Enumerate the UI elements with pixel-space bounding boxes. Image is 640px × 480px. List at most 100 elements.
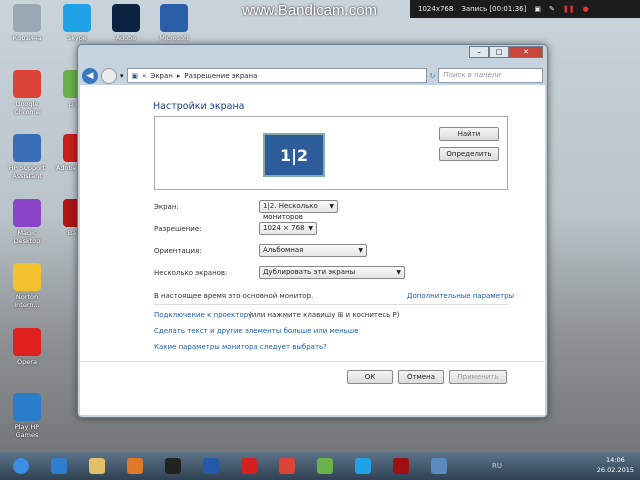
taskbar-chrome-icon[interactable] [270, 454, 304, 478]
ok-button[interactable]: ОК [347, 370, 393, 384]
recorder-resolution: 1024x768 [418, 5, 454, 13]
resolution-value: 1024 × 768 [263, 224, 305, 232]
dropdown-arrow-icon: ▼ [396, 269, 401, 276]
desktop-icon-label: Norton Intern... [14, 293, 40, 309]
projector-hint: (или нажмите клавишу ⊞ и коснитесь P) [249, 311, 400, 319]
close-button[interactable]: ✕ [509, 46, 543, 58]
resolution-select[interactable]: 1024 × 768 ▼ [259, 222, 317, 235]
taskbar-explorer-icon[interactable] [80, 454, 114, 478]
monitor-preview: 1|2 Найти Определить [154, 116, 508, 190]
address-bar[interactable]: ▣ « Экран ▸ Разрешение экрана [126, 68, 427, 83]
forward-button[interactable] [101, 67, 117, 84]
dropdown-arrow-icon: ▼ [358, 247, 363, 254]
resolution-label: Разрешение: [154, 225, 202, 233]
language-indicator[interactable]: RU [492, 462, 502, 470]
desktop-icon[interactable]: Play HP Games [5, 393, 49, 439]
desktop-icon-label: Adobe [115, 34, 137, 42]
desktop-icon[interactable]: Opera [5, 328, 49, 366]
display-label: Экран: [154, 203, 179, 211]
pencil-icon[interactable]: ✎ [549, 5, 555, 13]
screen-resolution-window: – □ ✕ ◀ ▾ ▣ « Экран ▸ Разрешение экрана ↻ По… [77, 44, 548, 418]
app-icon [13, 393, 41, 421]
taskbar-ie-icon[interactable] [42, 454, 76, 478]
record-icon[interactable]: ● [583, 5, 589, 13]
orientation-label: Ориентация: [154, 247, 202, 255]
desktop-icon-label: Opera [17, 358, 37, 366]
taskbar-start-icon[interactable] [4, 454, 38, 478]
desktop-icon[interactable]: Microsoft [152, 4, 196, 42]
orientation-select[interactable]: Альбомная ▼ [259, 244, 367, 257]
app-icon [112, 4, 140, 32]
taskbar-opera-icon[interactable] [232, 454, 266, 478]
back-button[interactable]: ◀ [82, 67, 98, 84]
maximize-button[interactable]: □ [489, 46, 509, 58]
taskbar-bandicam-icon[interactable] [384, 454, 418, 478]
desktop-icon[interactable]: Skype [55, 4, 99, 42]
app-icon [13, 263, 41, 291]
recorder-status: Запись [00:01:36] [461, 5, 527, 13]
search-input[interactable]: Поиск в панели управления [438, 68, 543, 92]
minimize-button[interactable]: – [469, 46, 489, 58]
recent-pages-icon[interactable]: ▾ [120, 72, 124, 80]
desktop-icon-label: Google Chrome [14, 100, 40, 116]
time: 14:06 [606, 456, 625, 464]
display-value: 1|2. Несколько мониторов [263, 202, 318, 221]
app-icon [13, 70, 41, 98]
find-button[interactable]: Найти [439, 127, 499, 141]
dropdown-arrow-icon: ▼ [308, 225, 313, 232]
taskbar-skype-icon[interactable] [346, 454, 380, 478]
taskbar-check-icon[interactable] [194, 454, 228, 478]
desktop-icon-label: Microsoft [159, 34, 189, 42]
taskbar-media-icon[interactable] [118, 454, 152, 478]
text-size-link[interactable]: Сделать текст и другие элементы больше и… [154, 327, 359, 335]
page-title: Настройки экрана [153, 101, 245, 112]
desktop-icon-label: Skype [67, 34, 87, 42]
desktop-icon-label: Magic Desktop [13, 229, 41, 245]
pause-icon[interactable]: ❚❚ [563, 5, 575, 13]
multiple-displays-label: Несколько экранов: [154, 269, 228, 277]
monitor-icon: ▣ [131, 71, 139, 80]
desktop-icon-label: Корзина [12, 34, 42, 42]
app-icon [160, 4, 188, 32]
refresh-icon[interactable]: ↻ [430, 72, 436, 80]
taskbar-utorrent-icon[interactable] [308, 454, 342, 478]
app-icon [13, 4, 41, 32]
desktop-icon[interactable]: Корзина [5, 4, 49, 42]
desktop-icon-label: Play HP Games [14, 423, 40, 439]
app-icon [13, 134, 41, 162]
desktop-icon[interactable]: HP Support Assistant [5, 134, 49, 180]
desktop-icon[interactable]: Magic Desktop [5, 199, 49, 245]
taskbar-control-panel-icon[interactable] [422, 454, 456, 478]
camera-icon[interactable]: ▣ [534, 5, 541, 13]
cancel-button[interactable]: Отмена [398, 370, 444, 384]
breadcrumb-resolution[interactable]: Разрешение экрана [184, 72, 257, 80]
bandicam-watermark: www.Bandicam.com [242, 2, 378, 19]
display-select[interactable]: 1|2. Несколько мониторов ▼ [259, 200, 338, 221]
multiple-displays-select[interactable]: Дублировать эти экраны ▼ [259, 266, 405, 279]
multiple-displays-value: Дублировать эти экраны [263, 268, 356, 276]
desktop-icon[interactable]: Norton Intern... [5, 263, 49, 309]
monitor-help-link[interactable]: Какие параметры монитора следует выбрать… [154, 343, 327, 351]
divider [80, 361, 547, 362]
desktop-icon[interactable]: Google Chrome [5, 70, 49, 116]
orientation-value: Альбомная [263, 246, 304, 254]
primary-monitor-note: В настоящее время это основной монитор. [154, 292, 314, 300]
app-icon [13, 328, 41, 356]
breadcrumb-screen[interactable]: Экран [150, 72, 172, 80]
identify-button[interactable]: Определить [439, 147, 499, 161]
date: 26.02.2015 [596, 466, 634, 474]
divider [154, 304, 508, 305]
taskbar [0, 452, 640, 480]
clock[interactable]: 14:06 26.02.2015 [597, 455, 634, 475]
app-icon [63, 4, 91, 32]
apply-button[interactable]: Применить [449, 370, 507, 384]
desktop-icon-label: HP Support Assistant [8, 164, 46, 180]
taskbar-hp-icon[interactable] [156, 454, 190, 478]
monitor-1-2[interactable]: 1|2 [263, 133, 325, 177]
projector-link[interactable]: Подключение к проектору [154, 311, 252, 319]
dropdown-arrow-icon: ▼ [329, 203, 334, 210]
app-icon [13, 199, 41, 227]
advanced-settings-link[interactable]: Дополнительные параметры [407, 292, 514, 300]
recorder-bar: 1024x768 Запись [00:01:36] ▣ ✎ ❚❚ ● [410, 0, 640, 18]
desktop-icon[interactable]: Adobe [104, 4, 148, 42]
